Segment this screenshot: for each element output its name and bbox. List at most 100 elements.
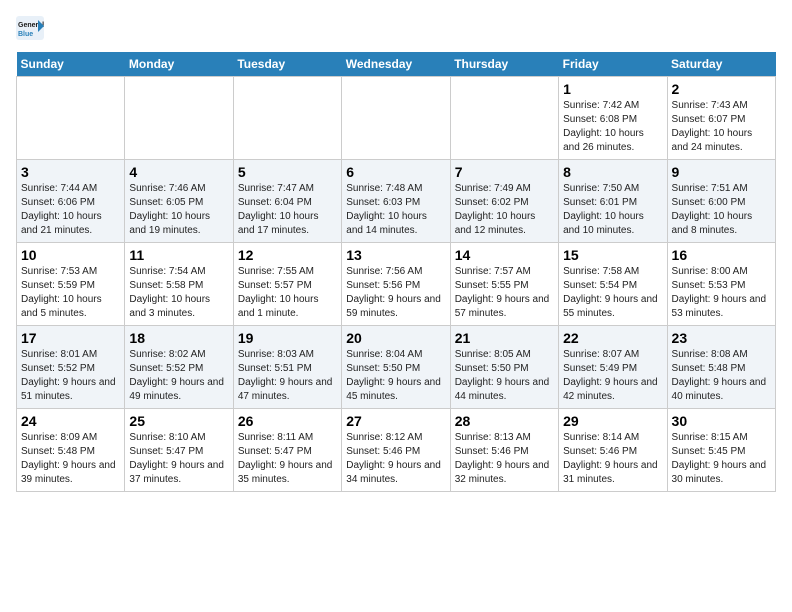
day-info: Sunrise: 7:44 AM Sunset: 6:06 PM Dayligh… bbox=[21, 182, 120, 238]
day-number: 21 bbox=[455, 330, 554, 346]
day-info: Sunrise: 7:54 AM Sunset: 5:58 PM Dayligh… bbox=[129, 265, 228, 321]
day-number: 24 bbox=[21, 413, 120, 429]
column-header-friday: Friday bbox=[559, 52, 667, 77]
day-info: Sunrise: 8:10 AM Sunset: 5:47 PM Dayligh… bbox=[129, 431, 228, 487]
day-info: Sunrise: 8:14 AM Sunset: 5:46 PM Dayligh… bbox=[563, 431, 662, 487]
day-info: Sunrise: 8:07 AM Sunset: 5:49 PM Dayligh… bbox=[563, 348, 662, 404]
calendar-cell: 22 Sunrise: 8:07 AM Sunset: 5:49 PM Dayli… bbox=[559, 326, 667, 409]
day-number: 22 bbox=[563, 330, 662, 346]
day-number: 10 bbox=[21, 247, 120, 263]
calendar-cell bbox=[342, 77, 450, 160]
day-info: Sunrise: 8:04 AM Sunset: 5:50 PM Dayligh… bbox=[346, 348, 445, 404]
calendar-cell: 2 Sunrise: 7:43 AM Sunset: 6:07 PM Daylig… bbox=[667, 77, 775, 160]
day-info: Sunrise: 8:05 AM Sunset: 5:50 PM Dayligh… bbox=[455, 348, 554, 404]
day-info: Sunrise: 7:51 AM Sunset: 6:00 PM Dayligh… bbox=[672, 182, 771, 238]
day-number: 25 bbox=[129, 413, 228, 429]
day-info: Sunrise: 8:13 AM Sunset: 5:46 PM Dayligh… bbox=[455, 431, 554, 487]
calendar-cell: 14 Sunrise: 7:57 AM Sunset: 5:55 PM Dayli… bbox=[450, 243, 558, 326]
calendar-cell: 1 Sunrise: 7:42 AM Sunset: 6:08 PM Daylig… bbox=[559, 77, 667, 160]
day-info: Sunrise: 8:09 AM Sunset: 5:48 PM Dayligh… bbox=[21, 431, 120, 487]
calendar-cell: 25 Sunrise: 8:10 AM Sunset: 5:47 PM Dayli… bbox=[125, 409, 233, 492]
day-number: 12 bbox=[238, 247, 337, 263]
day-info: Sunrise: 7:50 AM Sunset: 6:01 PM Dayligh… bbox=[563, 182, 662, 238]
day-number: 19 bbox=[238, 330, 337, 346]
calendar-cell: 30Sunrise: 8:15 AM Sunset: 5:45 PM Dayli… bbox=[667, 409, 775, 492]
calendar-cell: 17Sunrise: 8:01 AM Sunset: 5:52 PM Dayli… bbox=[17, 326, 125, 409]
day-info: Sunrise: 7:42 AM Sunset: 6:08 PM Dayligh… bbox=[563, 99, 662, 155]
day-number: 23 bbox=[672, 330, 771, 346]
calendar-cell: 8Sunrise: 7:50 AM Sunset: 6:01 PM Daylig… bbox=[559, 160, 667, 243]
day-info: Sunrise: 8:08 AM Sunset: 5:48 PM Dayligh… bbox=[672, 348, 771, 404]
calendar-cell: 28 Sunrise: 8:13 AM Sunset: 5:46 PM Dayli… bbox=[450, 409, 558, 492]
day-number: 6 bbox=[346, 164, 445, 180]
day-info: Sunrise: 7:57 AM Sunset: 5:55 PM Dayligh… bbox=[455, 265, 554, 321]
day-number: 17 bbox=[21, 330, 120, 346]
calendar-cell: 19 Sunrise: 8:03 AM Sunset: 5:51 PM Dayli… bbox=[233, 326, 341, 409]
calendar-cell bbox=[125, 77, 233, 160]
day-number: 7 bbox=[455, 164, 554, 180]
calendar-cell bbox=[17, 77, 125, 160]
day-info: Sunrise: 8:15 AM Sunset: 5:45 PM Dayligh… bbox=[672, 431, 771, 487]
calendar-cell: 27Sunrise: 8:12 AM Sunset: 5:46 PM Dayli… bbox=[342, 409, 450, 492]
column-header-wednesday: Wednesday bbox=[342, 52, 450, 77]
calendar-table: SundayMondayTuesdayWednesdayThursdayFrid… bbox=[16, 52, 776, 492]
calendar-cell: 15 Sunrise: 7:58 AM Sunset: 5:54 PM Dayli… bbox=[559, 243, 667, 326]
day-info: Sunrise: 7:55 AM Sunset: 5:57 PM Dayligh… bbox=[238, 265, 337, 321]
day-number: 29 bbox=[563, 413, 662, 429]
calendar-cell: 26 Sunrise: 8:11 AM Sunset: 5:47 PM Dayli… bbox=[233, 409, 341, 492]
calendar-cell: 9 Sunrise: 7:51 AM Sunset: 6:00 PM Daylig… bbox=[667, 160, 775, 243]
calendar-week-4: 17Sunrise: 8:01 AM Sunset: 5:52 PM Dayli… bbox=[17, 326, 776, 409]
calendar-cell bbox=[450, 77, 558, 160]
day-number: 2 bbox=[672, 81, 771, 97]
calendar-week-3: 10 Sunrise: 7:53 AM Sunset: 5:59 PM Dayli… bbox=[17, 243, 776, 326]
calendar-cell bbox=[233, 77, 341, 160]
svg-text:Blue: Blue bbox=[18, 31, 33, 38]
calendar-week-1: 1 Sunrise: 7:42 AM Sunset: 6:08 PM Daylig… bbox=[17, 77, 776, 160]
day-number: 15 bbox=[563, 247, 662, 263]
day-number: 16 bbox=[672, 247, 771, 263]
day-info: Sunrise: 7:49 AM Sunset: 6:02 PM Dayligh… bbox=[455, 182, 554, 238]
day-info: Sunrise: 7:58 AM Sunset: 5:54 PM Dayligh… bbox=[563, 265, 662, 321]
calendar-cell: 10 Sunrise: 7:53 AM Sunset: 5:59 PM Dayli… bbox=[17, 243, 125, 326]
calendar-cell: 20 Sunrise: 8:04 AM Sunset: 5:50 PM Dayli… bbox=[342, 326, 450, 409]
day-number: 27 bbox=[346, 413, 445, 429]
calendar-cell: 7 Sunrise: 7:49 AM Sunset: 6:02 PM Daylig… bbox=[450, 160, 558, 243]
day-number: 11 bbox=[129, 247, 228, 263]
day-info: Sunrise: 7:53 AM Sunset: 5:59 PM Dayligh… bbox=[21, 265, 120, 321]
calendar-cell: 16Sunrise: 8:00 AM Sunset: 5:53 PM Dayli… bbox=[667, 243, 775, 326]
calendar-week-2: 3 Sunrise: 7:44 AM Sunset: 6:06 PM Daylig… bbox=[17, 160, 776, 243]
day-number: 3 bbox=[21, 164, 120, 180]
day-info: Sunrise: 7:48 AM Sunset: 6:03 PM Dayligh… bbox=[346, 182, 445, 238]
calendar-week-5: 24 Sunrise: 8:09 AM Sunset: 5:48 PM Dayli… bbox=[17, 409, 776, 492]
day-number: 4 bbox=[129, 164, 228, 180]
day-number: 26 bbox=[238, 413, 337, 429]
day-info: Sunrise: 7:43 AM Sunset: 6:07 PM Dayligh… bbox=[672, 99, 771, 155]
calendar-cell: 18Sunrise: 8:02 AM Sunset: 5:52 PM Dayli… bbox=[125, 326, 233, 409]
column-header-saturday: Saturday bbox=[667, 52, 775, 77]
calendar-cell: 6 Sunrise: 7:48 AM Sunset: 6:03 PM Daylig… bbox=[342, 160, 450, 243]
column-header-sunday: Sunday bbox=[17, 52, 125, 77]
column-header-monday: Monday bbox=[125, 52, 233, 77]
calendar-cell: 11 Sunrise: 7:54 AM Sunset: 5:58 PM Dayli… bbox=[125, 243, 233, 326]
calendar-cell: 12 Sunrise: 7:55 AM Sunset: 5:57 PM Dayli… bbox=[233, 243, 341, 326]
calendar-cell: 23 Sunrise: 8:08 AM Sunset: 5:48 PM Dayli… bbox=[667, 326, 775, 409]
calendar-cell: 21 Sunrise: 8:05 AM Sunset: 5:50 PM Dayli… bbox=[450, 326, 558, 409]
day-number: 18 bbox=[129, 330, 228, 346]
day-number: 1 bbox=[563, 81, 662, 97]
day-number: 14 bbox=[455, 247, 554, 263]
day-info: Sunrise: 8:11 AM Sunset: 5:47 PM Dayligh… bbox=[238, 431, 337, 487]
column-header-thursday: Thursday bbox=[450, 52, 558, 77]
logo-icon: General Blue bbox=[16, 16, 44, 40]
page-header: General Blue bbox=[16, 16, 776, 44]
day-info: Sunrise: 8:03 AM Sunset: 5:51 PM Dayligh… bbox=[238, 348, 337, 404]
column-header-tuesday: Tuesday bbox=[233, 52, 341, 77]
day-number: 9 bbox=[672, 164, 771, 180]
calendar-cell: 5Sunrise: 7:47 AM Sunset: 6:04 PM Daylig… bbox=[233, 160, 341, 243]
day-number: 20 bbox=[346, 330, 445, 346]
calendar-cell: 13Sunrise: 7:56 AM Sunset: 5:56 PM Dayli… bbox=[342, 243, 450, 326]
calendar-cell: 24 Sunrise: 8:09 AM Sunset: 5:48 PM Dayli… bbox=[17, 409, 125, 492]
day-info: Sunrise: 7:47 AM Sunset: 6:04 PM Dayligh… bbox=[238, 182, 337, 238]
calendar-cell: 29 Sunrise: 8:14 AM Sunset: 5:46 PM Dayli… bbox=[559, 409, 667, 492]
calendar-header: SundayMondayTuesdayWednesdayThursdayFrid… bbox=[17, 52, 776, 77]
day-number: 28 bbox=[455, 413, 554, 429]
